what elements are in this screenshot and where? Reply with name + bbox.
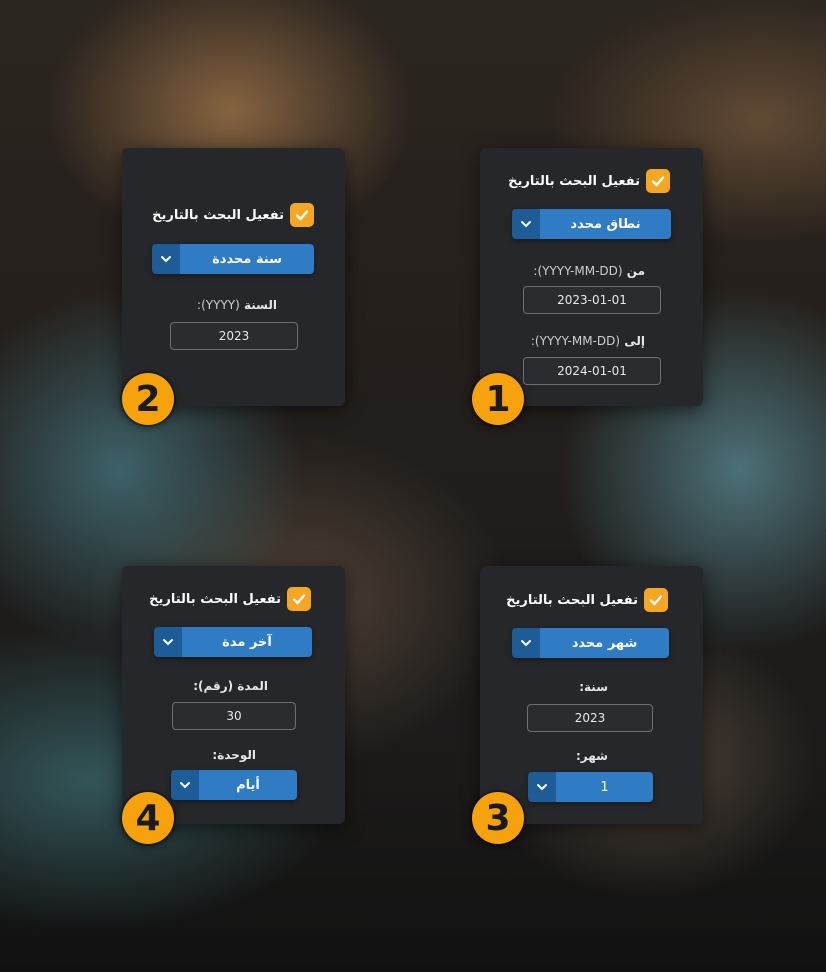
- enable-date-search-checkbox[interactable]: [644, 588, 668, 612]
- from-date-value: 2023-01-01: [557, 293, 627, 307]
- check-icon: [295, 210, 309, 221]
- month-select-value: 1: [556, 772, 653, 802]
- from-label-hint: (YYYY-MM-DD):: [533, 264, 623, 278]
- date-mode-select[interactable]: نطاق محدد: [512, 209, 671, 239]
- to-date-value: 2024-01-01: [557, 364, 627, 378]
- enable-date-search-label: تفعيل البحث بالتاريخ: [149, 591, 281, 607]
- to-label-text: إلى: [624, 334, 645, 348]
- duration-input[interactable]: 30: [172, 702, 296, 730]
- enable-date-search-label: تفعيل البحث بالتاريخ: [506, 592, 638, 608]
- check-icon: [651, 176, 665, 187]
- year-input[interactable]: 2023: [170, 322, 298, 350]
- enable-date-search-checkbox[interactable]: [287, 587, 311, 611]
- from-date-input[interactable]: 2023-01-01: [523, 286, 661, 314]
- step-badge-1: 1: [472, 373, 524, 425]
- enable-date-search-row[interactable]: تفعيل البحث بالتاريخ: [149, 587, 311, 611]
- to-date-label: إلى (YYYY-MM-DD):: [531, 334, 645, 348]
- date-mode-select[interactable]: آخر مدة: [154, 627, 312, 657]
- check-icon: [292, 594, 306, 605]
- enable-date-search-row[interactable]: تفعيل البحث بالتاريخ: [506, 588, 668, 612]
- enable-date-search-label: تفعيل البحث بالتاريخ: [152, 207, 284, 223]
- enable-date-search-checkbox[interactable]: [290, 203, 314, 227]
- date-mode-select[interactable]: سنة محددة: [152, 244, 314, 274]
- date-mode-select-value: سنة محددة: [180, 244, 314, 274]
- step-badge-3: 3: [472, 792, 524, 844]
- month-select[interactable]: 1: [528, 772, 653, 802]
- year-label-hint: (YYYY):: [197, 298, 240, 312]
- year-label-text: السنة: [243, 298, 277, 312]
- date-mode-select[interactable]: شهر محدد: [512, 628, 669, 658]
- enable-date-search-label: تفعيل البحث بالتاريخ: [508, 173, 640, 189]
- check-icon: [649, 595, 663, 606]
- chevron-down-icon[interactable]: [528, 772, 556, 802]
- year-value: 2023: [218, 329, 250, 343]
- duration-label: المدة (رقم):: [193, 679, 268, 693]
- panel-specific-year: تفعيل البحث بالتاريخ سنة محددة السنة (YY…: [122, 148, 345, 406]
- date-mode-select-value: آخر مدة: [182, 627, 312, 657]
- from-date-label: من (YYYY-MM-DD):: [533, 264, 645, 278]
- from-label-text: من: [626, 264, 645, 278]
- chevron-down-icon[interactable]: [154, 627, 182, 657]
- chevron-down-icon[interactable]: [512, 628, 540, 658]
- chevron-down-icon[interactable]: [171, 770, 199, 800]
- panel-last-period: تفعيل البحث بالتاريخ آخر مدة المدة (رقم)…: [122, 566, 345, 824]
- year-value: 2023: [574, 711, 606, 725]
- step-badge-2: 2: [122, 373, 174, 425]
- to-date-input[interactable]: 2024-01-01: [523, 357, 661, 385]
- enable-date-search-row[interactable]: تفعيل البحث بالتاريخ: [152, 203, 314, 227]
- enable-date-search-checkbox[interactable]: [646, 169, 670, 193]
- chevron-down-icon[interactable]: [512, 209, 540, 239]
- unit-select-value: أيام: [199, 770, 297, 800]
- panel-specific-month: تفعيل البحث بالتاريخ شهر محدد سنة: 2023 …: [480, 566, 703, 824]
- duration-value: 30: [226, 709, 242, 723]
- year-label: سنة:: [579, 680, 608, 694]
- year-label: السنة (YYYY):: [197, 298, 277, 312]
- unit-label: الوحدة:: [212, 748, 256, 762]
- date-mode-select-value: نطاق محدد: [540, 209, 671, 239]
- panel-date-range: تفعيل البحث بالتاريخ نطاق محدد من (YYYY-…: [480, 148, 703, 406]
- to-label-hint: (YYYY-MM-DD):: [530, 334, 621, 348]
- enable-date-search-row[interactable]: تفعيل البحث بالتاريخ: [508, 169, 670, 193]
- month-label: شهر:: [576, 749, 608, 763]
- unit-select[interactable]: أيام: [171, 770, 297, 800]
- step-badge-4: 4: [122, 792, 174, 844]
- chevron-down-icon[interactable]: [152, 244, 180, 274]
- date-mode-select-value: شهر محدد: [540, 628, 669, 658]
- year-input[interactable]: 2023: [527, 704, 653, 732]
